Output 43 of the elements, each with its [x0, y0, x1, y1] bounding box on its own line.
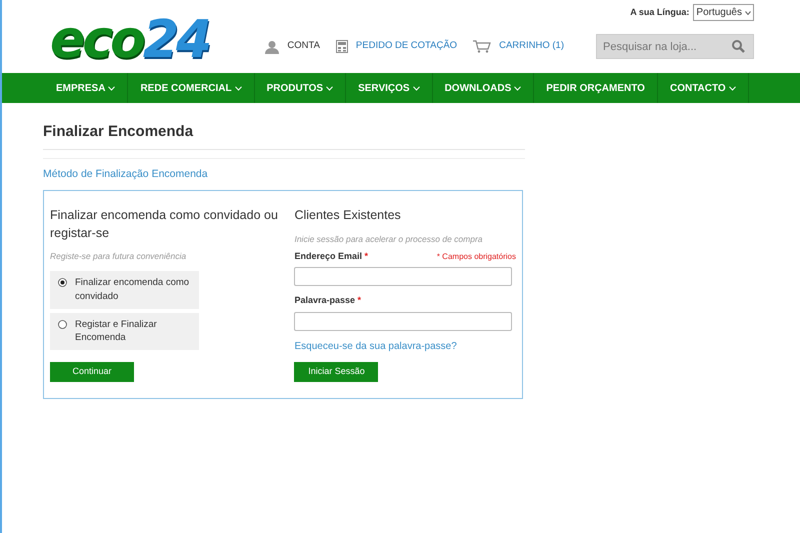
search-icon[interactable] [732, 40, 745, 53]
radio-button[interactable] [58, 278, 67, 287]
forgot-password-link[interactable]: Esqueceu-se da sua palavra-passe? [294, 338, 516, 354]
continue-button[interactable]: Continuar [50, 362, 134, 382]
nav-item[interactable]: EMPRESA [44, 73, 128, 103]
email-field[interactable] [294, 267, 512, 286]
field-label: Endereço Email * [294, 250, 368, 263]
login-title: Clientes Existentes [294, 207, 402, 224]
page-title: Finalizar Encomenda [43, 121, 525, 150]
radio-option[interactable]: Finalizar encomenda como convidado [50, 271, 199, 309]
login-button[interactable]: Iniciar Sessão [294, 362, 378, 382]
hint-text: Inicie sessão para acelerar o processo de compra [294, 232, 484, 246]
caret-icon [108, 86, 116, 90]
search-field[interactable]: Pesquisar na loja... [596, 34, 754, 59]
hint-text: Registe-se para futura conveniência [50, 250, 188, 263]
header-link[interactable]: PEDIDO DE COTAÇÃO [336, 39, 458, 54]
nav-item[interactable]: CONTACTO [658, 73, 749, 103]
section-title: Método de Finalização Encomenda [43, 158, 525, 182]
logo[interactable]: eco24 [2, 0, 210, 73]
guest-title: Finalizar encomenda como convidado ou registar-se [50, 207, 279, 242]
calculator-icon [336, 40, 348, 53]
caret-icon [514, 86, 522, 90]
caret-icon [728, 86, 736, 90]
caret-icon [745, 10, 751, 14]
required-note: * Campos obrigatórios [436, 251, 516, 263]
language-label: A sua Língua: [630, 6, 690, 19]
caret-icon [412, 86, 420, 90]
nav-item[interactable]: SERVIÇOS [346, 73, 433, 103]
cart-icon [473, 40, 492, 53]
nav-item[interactable]: PRODUTOS [254, 73, 346, 103]
field-label: Palavra-passe * [294, 294, 362, 307]
nav-item[interactable]: PEDIR ORÇAMENTO [534, 73, 658, 103]
language-select[interactable]: Português [693, 4, 754, 21]
radio-button[interactable] [58, 320, 67, 329]
caret-icon [234, 86, 242, 90]
nav-item[interactable]: DOWNLOADS [432, 73, 534, 103]
header-link[interactable]: CONTA [265, 39, 320, 54]
header-link[interactable]: CARRINHO (1) [473, 39, 564, 54]
nav-item[interactable]: REDE COMERCIAL [128, 73, 255, 103]
caret-icon [326, 86, 334, 90]
radio-option[interactable]: Registar e Finalizar Encomenda [50, 312, 199, 350]
password-field[interactable] [294, 312, 512, 330]
user-icon [265, 40, 280, 54]
